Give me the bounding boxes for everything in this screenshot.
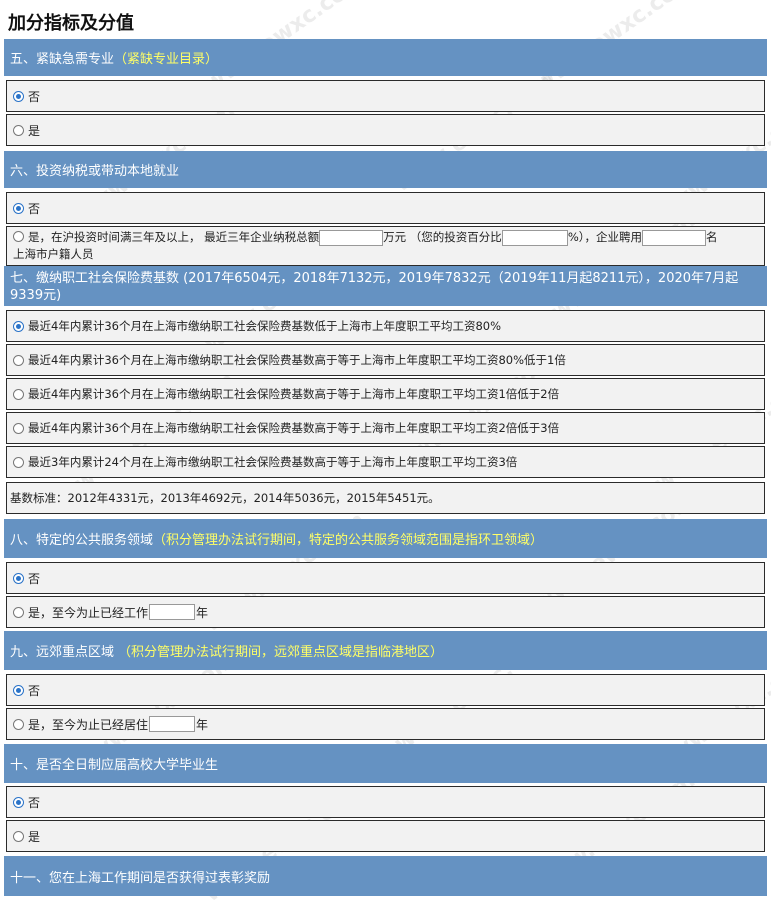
section-5-header: 五、紧缺急需专业 （紧缺专业目录） xyxy=(4,39,767,76)
section-9-note: （积分管理办法试行期间，远郊重点区域是指临港地区） xyxy=(118,645,444,660)
radio-icon[interactable] xyxy=(13,320,24,332)
sec7-base-note: 基数标准：2012年4331元，2013年4692元，2014年5036元，20… xyxy=(6,482,765,514)
section-10-header: 十、是否全日制应届高校大学毕业生 xyxy=(4,744,767,783)
option-label: 最近3年内累计24个月在上海市缴纳职工社会保险费基数高于等于上海市上年度职工平均… xyxy=(28,455,518,469)
section-5-title: 五、紧缺急需专业 xyxy=(10,52,115,67)
option-label: 是 xyxy=(28,123,41,138)
radio-icon[interactable] xyxy=(13,718,24,730)
section-8-note: （积分管理办法试行期间，特定的公共服务领域范围是指环卫领域） xyxy=(153,533,544,548)
sec8-option-yes[interactable]: 是，至今为止已经工作 年 xyxy=(6,596,765,628)
radio-icon[interactable] xyxy=(13,456,24,468)
section-8-title: 八、特定的公共服务领域 xyxy=(10,533,154,548)
sec7-option-5[interactable]: 最近3年内累计24个月在上海市缴纳职工社会保险费基数高于等于上海市上年度职工平均… xyxy=(6,446,765,478)
option-label: 否 xyxy=(28,201,41,216)
option-label: 年 xyxy=(196,605,209,620)
radio-icon[interactable] xyxy=(13,90,24,102)
sec8-option-no[interactable]: 否 xyxy=(6,562,765,594)
sec5-option-no[interactable]: 否 xyxy=(6,80,765,112)
page-title: 加分指标及分值 xyxy=(8,13,134,34)
residence-years-input[interactable] xyxy=(149,716,196,732)
section-7-header: 七、缴纳职工社会保险费基数 (2017年6504元，2018年7132元，201… xyxy=(4,266,767,306)
option-label: 年 xyxy=(196,717,209,732)
radio-icon[interactable] xyxy=(13,684,24,696)
section-6-header: 六、投资纳税或带动本地就业 xyxy=(4,151,767,188)
option-label: 最近4年内累计36个月在上海市缴纳职工社会保险费基数高于等于上海市上年度职工平均… xyxy=(28,353,566,367)
sec7-option-1[interactable]: 最近4年内累计36个月在上海市缴纳职工社会保险费基数低于上海市上年度职工平均工资… xyxy=(6,310,765,342)
sec6-option-yes[interactable]: 是，在沪投资时间满三年及以上， 最近三年企业纳税总额 万元 （您的投资百分比 %），… xyxy=(6,226,765,266)
option-label: 万元 （您的投资百分比 xyxy=(383,230,502,244)
option-label: 否 xyxy=(28,89,41,104)
option-label: 是，在沪投资时间满三年及以上， 最近三年企业纳税总额 xyxy=(28,230,320,244)
investment-percent-input[interactable] xyxy=(501,229,568,246)
sec7-option-4[interactable]: 最近4年内累计36个月在上海市缴纳职工社会保险费基数高于等于上海市上年度职工平均… xyxy=(6,412,765,444)
sec7-option-2[interactable]: 最近4年内累计36个月在上海市缴纳职工社会保险费基数高于等于上海市上年度职工平均… xyxy=(6,344,765,376)
section-10-title: 十、是否全日制应届高校大学毕业生 xyxy=(10,758,219,773)
section-9-header: 九、远郊重点区域 （积分管理办法试行期间，远郊重点区域是指临港地区） xyxy=(4,631,767,670)
base-standard-note: 基数标准：2012年4331元，2013年4692元，2014年5036元，20… xyxy=(10,491,440,505)
sec7-option-3[interactable]: 最近4年内累计36个月在上海市缴纳职工社会保险费基数高于等于上海市上年度职工平均… xyxy=(6,378,765,410)
sec6-option-no[interactable]: 否 xyxy=(6,192,765,224)
sec10-option-yes[interactable]: 是 xyxy=(6,820,765,852)
option-label: 最近4年内累计36个月在上海市缴纳职工社会保险费基数高于等于上海市上年度职工平均… xyxy=(28,387,560,401)
radio-icon[interactable] xyxy=(13,572,24,584)
option-label: 上海市户籍人员 xyxy=(13,247,94,261)
option-label: 否 xyxy=(28,795,41,810)
option-label: 最近4年内累计36个月在上海市缴纳职工社会保险费基数低于上海市上年度职工平均工资… xyxy=(28,319,502,333)
radio-icon[interactable] xyxy=(13,830,24,842)
option-label: 名 xyxy=(706,230,718,244)
radio-icon[interactable] xyxy=(13,231,24,242)
radio-icon[interactable] xyxy=(13,606,24,618)
sec9-option-no[interactable]: 否 xyxy=(6,674,765,706)
section-6-title: 六、投资纳税或带动本地就业 xyxy=(10,164,180,179)
section-5-catalog-link[interactable]: （紧缺专业目录） xyxy=(114,48,218,67)
section-8-header: 八、特定的公共服务领域 （积分管理办法试行期间，特定的公共服务领域范围是指环卫领… xyxy=(4,519,767,558)
work-years-input[interactable] xyxy=(149,604,196,620)
radio-icon[interactable] xyxy=(13,354,24,366)
section-7-title: 七、缴纳职工社会保险费基数 (2017年6504元，2018年7132元，201… xyxy=(10,270,739,303)
radio-icon[interactable] xyxy=(13,388,24,400)
option-label: %），企业聘用 xyxy=(567,230,642,244)
section-11-title: 十一、您在上海工作期间是否获得过表彰奖励 xyxy=(10,870,271,886)
section-11-header: 十一、您在上海工作期间是否获得过表彰奖励 xyxy=(4,856,767,896)
sec10-option-no[interactable]: 否 xyxy=(6,786,765,818)
radio-icon[interactable] xyxy=(13,796,24,808)
sec6-yes-content: 是，在沪投资时间满三年及以上， 最近三年企业纳税总额 万元 （您的投资百分比 %），… xyxy=(13,229,758,263)
option-label: 否 xyxy=(28,683,41,698)
option-label: 否 xyxy=(28,571,41,586)
option-label: 是，至今为止已经居住 xyxy=(28,717,149,732)
option-label: 是，至今为止已经工作 xyxy=(28,605,149,620)
radio-icon[interactable] xyxy=(13,202,24,214)
radio-icon[interactable] xyxy=(13,124,24,136)
section-9-title: 九、远郊重点区域 xyxy=(10,645,115,660)
sec5-option-yes[interactable]: 是 xyxy=(6,114,765,146)
hired-count-input[interactable] xyxy=(642,229,706,246)
sec9-option-yes[interactable]: 是，至今为止已经居住 年 xyxy=(6,708,765,740)
option-label: 是 xyxy=(28,829,41,844)
tax-total-input[interactable] xyxy=(319,229,384,246)
option-label: 最近4年内累计36个月在上海市缴纳职工社会保险费基数高于等于上海市上年度职工平均… xyxy=(28,421,560,435)
radio-icon[interactable] xyxy=(13,422,24,434)
